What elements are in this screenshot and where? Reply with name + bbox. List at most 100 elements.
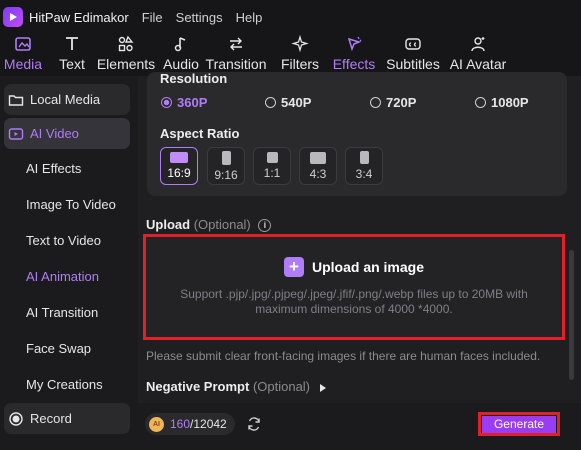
tab-filters[interactable]: Filters	[280, 34, 320, 76]
sidebar-item-label: Face Swap	[26, 341, 92, 356]
title-bar: HitPaw Edimakor File Settings Help	[0, 0, 581, 34]
sidebar-item-record[interactable]: Record	[4, 403, 130, 434]
aspect-ratio-16-9[interactable]: 16:9	[160, 147, 198, 185]
ratio-shape-icon	[266, 152, 278, 163]
tab-text[interactable]: Text	[55, 34, 89, 76]
app-title: HitPaw Edimakor	[29, 9, 129, 25]
menu-help[interactable]: Help	[236, 10, 263, 25]
resolution-option-label: 720P	[386, 95, 417, 110]
tab-media[interactable]: Media	[3, 34, 43, 76]
sidebar-item-label: AI Effects	[26, 161, 82, 176]
aspect-ratio-label-text: 4:3	[309, 166, 327, 181]
negative-prompt-optional: (Optional)	[252, 379, 311, 394]
sidebar-item-label: Text to Video	[26, 233, 101, 248]
radio-dot	[265, 97, 276, 108]
ai-avatar-icon	[468, 34, 488, 54]
sidebar-item-label: Image To Video	[26, 197, 116, 212]
record-icon	[9, 411, 23, 426]
tab-transition-label: Transition	[205, 56, 267, 72]
generate-button-highlight: Generate	[478, 412, 560, 436]
ratio-shape-icon	[221, 150, 231, 165]
face-hint-text: Please submit clear front-facing images …	[146, 349, 541, 363]
tab-audio-label: Audio	[163, 56, 199, 72]
sidebar-item-label: Record	[30, 411, 72, 426]
upload-title: + Upload an image	[283, 257, 425, 277]
radio-dot	[370, 97, 381, 108]
tab-elements[interactable]: Elements	[96, 34, 156, 76]
tab-effects[interactable]: Effects	[332, 34, 376, 76]
tab-elements-label: Elements	[96, 56, 156, 72]
resolution-option-label: 540P	[281, 95, 312, 110]
resolution-option-540p[interactable]: 540P	[265, 95, 311, 110]
aspect-ratio-label: Aspect Ratio	[160, 126, 240, 141]
tab-audio[interactable]: Audio	[162, 34, 200, 76]
credits-used: 160	[170, 417, 191, 431]
audio-icon	[171, 34, 191, 54]
credits-total: /12042	[190, 417, 227, 431]
aspect-ratio-label-text: 3:4	[355, 167, 373, 181]
menu-file[interactable]: File	[142, 10, 163, 25]
expand-arrow-icon	[319, 383, 326, 392]
tab-ai-avatar-label: AI Avatar	[449, 56, 507, 72]
sidebar-item-ai-effects[interactable]: AI Effects	[0, 153, 130, 184]
ratio-shape-icon	[359, 151, 369, 164]
ratio-shape-icon	[310, 151, 326, 164]
tab-text-label: Text	[59, 56, 85, 72]
sidebar-item-ai-video[interactable]: AI Video	[4, 118, 130, 149]
tab-ai-avatar[interactable]: AI Avatar	[449, 34, 507, 76]
aspect-ratio-1-1[interactable]: 1:1	[253, 147, 291, 185]
tab-subtitles-label: Subtitles	[386, 56, 440, 72]
upload-section-label: Upload (Optional) i	[146, 217, 272, 233]
upload-dropzone-content: + Upload an image Support .pjp/.jpg/.pjp…	[146, 237, 562, 337]
resolution-option-label: 1080P	[491, 95, 529, 110]
credits-counter: AI 160 /12042	[145, 413, 235, 435]
tab-filters-label: Filters	[280, 56, 320, 72]
transition-icon	[226, 34, 246, 54]
sidebar-item-my-creations[interactable]: My Creations	[0, 369, 130, 400]
upload-title-text: Upload an image	[311, 259, 425, 275]
app-logo-icon	[3, 7, 23, 27]
ratio-shape-icon	[170, 152, 188, 163]
sidebar-item-text-to-video[interactable]: Text to Video	[0, 225, 130, 256]
ai-credits-icon: AI	[149, 416, 164, 432]
sidebar-item-label: My Creations	[26, 377, 103, 392]
refresh-icon[interactable]	[246, 416, 262, 432]
info-icon[interactable]: i	[258, 219, 272, 233]
sidebar-item-face-swap[interactable]: Face Swap	[0, 333, 130, 364]
resolution-option-label: 360P	[177, 95, 208, 110]
resolution-option-1080p[interactable]: 1080P	[475, 95, 529, 110]
sidebar-item-ai-animation[interactable]: AI Animation	[0, 261, 130, 292]
upload-dropzone[interactable]: + Upload an image Support .pjp/.jpg/.pjp…	[143, 234, 565, 340]
aspect-ratio-3-4[interactable]: 3:4	[345, 147, 383, 185]
scrollbar[interactable]	[569, 250, 574, 380]
aspect-ratio-4-3[interactable]: 4:3	[299, 147, 337, 185]
tab-media-label: Media	[3, 56, 43, 72]
menu-settings[interactable]: Settings	[176, 10, 223, 25]
aspect-ratio-label-text: 1:1	[263, 166, 281, 180]
radio-dot	[161, 97, 172, 108]
resolution-label: Resolution	[160, 71, 228, 86]
generate-button[interactable]: Generate	[482, 415, 556, 433]
sidebar-item-ai-transition[interactable]: AI Transition	[0, 297, 130, 328]
text-icon	[62, 34, 82, 54]
tab-transition[interactable]: Transition	[206, 34, 266, 76]
sidebar-item-image-to-video[interactable]: Image To Video	[0, 189, 130, 220]
sidebar: Local Media AI Video AI Effects Image To…	[0, 76, 138, 450]
tab-subtitles[interactable]: Subtitles	[386, 34, 440, 76]
negative-prompt-toggle[interactable]: Negative Prompt (Optional)	[146, 379, 326, 394]
tab-effects-label: Effects	[332, 56, 376, 72]
upload-description: Support .pjp/.jpg/.pjpeg/.jpeg/.jfif/.pn…	[180, 287, 528, 316]
sidebar-item-label: Local Media	[30, 92, 101, 107]
aspect-ratio-9-16[interactable]: 9:16	[207, 147, 245, 185]
elements-icon	[116, 34, 136, 54]
sidebar-item-local-media[interactable]: Local Media	[4, 84, 130, 115]
subtitles-icon	[403, 34, 423, 54]
main-toolbar: Media Text Elements Audio Transition Fil…	[0, 34, 581, 76]
negative-prompt-label: Negative Prompt	[146, 379, 250, 394]
upload-label-text: Upload	[146, 217, 191, 232]
upload-optional-text: (Optional)	[193, 217, 251, 232]
folder-icon	[8, 94, 24, 106]
resolution-option-720p[interactable]: 720P	[370, 95, 416, 110]
filters-icon	[290, 34, 310, 54]
resolution-option-360p[interactable]: 360P	[161, 95, 207, 110]
